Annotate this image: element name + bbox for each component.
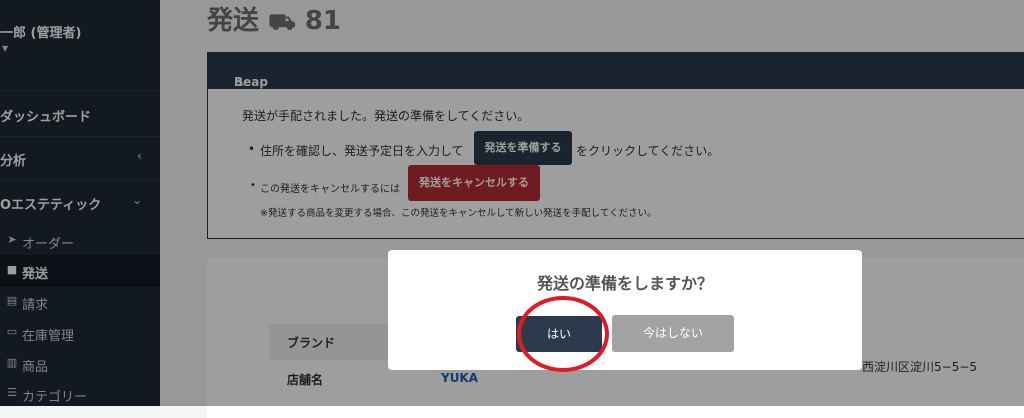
dialog-title: 発送の準備をしますか？ bbox=[536, 274, 713, 293]
highlight-circle bbox=[517, 296, 609, 372]
confirm-dialog: 発送の準備をしますか？ はい 今はしない bbox=[388, 250, 862, 370]
not-now-button[interactable]: 今はしない bbox=[612, 315, 734, 352]
